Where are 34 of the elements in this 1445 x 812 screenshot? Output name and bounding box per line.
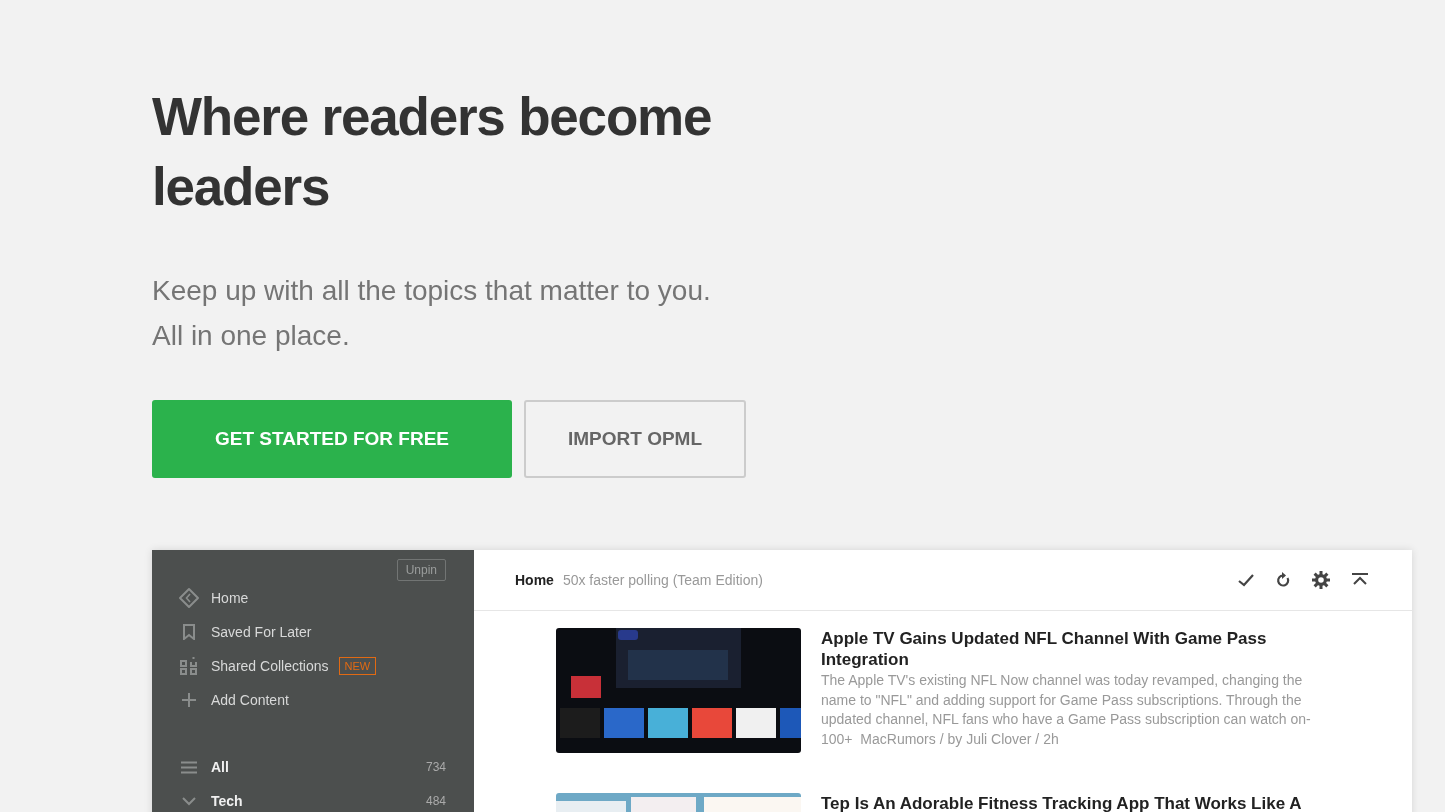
- collapse-icon[interactable]: [1352, 573, 1368, 587]
- feed-label: All: [211, 759, 230, 775]
- nav-item[interactable]: Add Content: [178, 683, 446, 717]
- home-icon: [178, 587, 200, 609]
- list-icon: [181, 760, 197, 774]
- new-badge: NEW: [338, 657, 377, 675]
- nav-label: Add Content: [211, 692, 289, 708]
- unpin-button[interactable]: Unpin: [396, 559, 446, 581]
- checkmark-icon[interactable]: [1238, 573, 1254, 587]
- nav-item[interactable]: Shared Collections NEW: [178, 649, 446, 683]
- article-title[interactable]: Tep Is An Adorable Fitness Tracking App That Works Like A: [821, 793, 1331, 812]
- nav-label: Shared Collections: [211, 658, 329, 674]
- article-title[interactable]: Apple TV Gains Updated NFL Channel With Game Pass Integration: [821, 628, 1331, 670]
- subtitle: All in one place.: [152, 319, 351, 353]
- nav-label: Saved For Later: [211, 624, 312, 640]
- feed-item[interactable]: Tech 484: [178, 784, 446, 812]
- grid-icon: [178, 656, 200, 676]
- header-title: Home: [515, 572, 554, 588]
- import-button[interactable]: IMPORT OPML: [524, 400, 746, 478]
- nav-label: Home: [211, 590, 249, 606]
- nav-item[interactable]: Home: [178, 581, 446, 615]
- article-meta: MacRumors / by Juli Clover / 2h: [860, 730, 1059, 747]
- chevron-down-icon[interactable]: [181, 794, 197, 808]
- unread-count: 734: [425, 760, 446, 774]
- refresh-icon[interactable]: [1276, 572, 1290, 588]
- nav-item[interactable]: Saved For Later: [178, 615, 446, 649]
- unread-count: 484: [425, 794, 446, 808]
- headline: Where readers become leaders: [152, 86, 713, 218]
- subtitle: Keep up with all the topics that matter to you.: [152, 274, 712, 308]
- settings-icon[interactable]: [1312, 571, 1330, 589]
- feed-label: Tech: [211, 793, 244, 809]
- feed-item[interactable]: All 734: [178, 750, 446, 784]
- article-summary: The Apple TV's existing NFL Now channel was today revamped, changing the name to "NFL" and adding support for Game Pass subscriptions. Through the updated channel, NFL fans who have a Game Pass subscription can watch on-100+ MacRumors / by Juli Clover / 2h: [821, 671, 1312, 749]
- header-subtitle: 50x faster polling (Team Edition): [562, 572, 764, 588]
